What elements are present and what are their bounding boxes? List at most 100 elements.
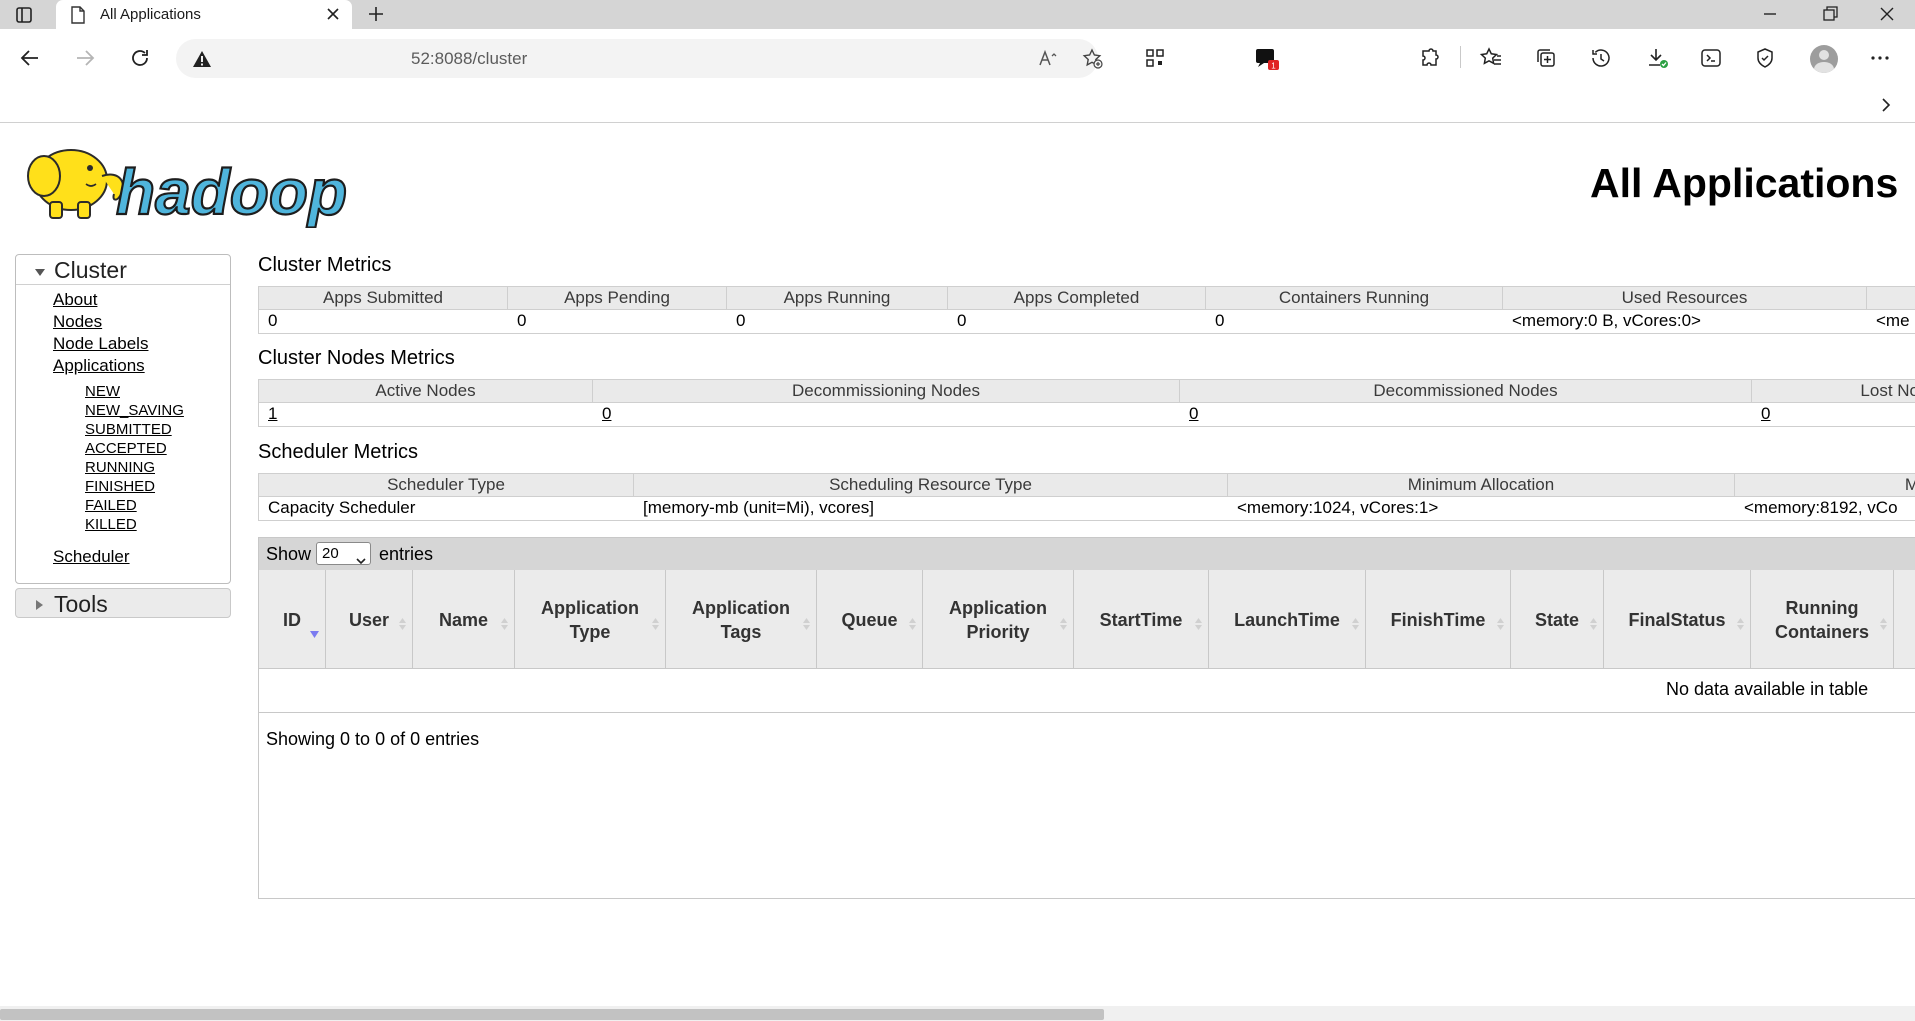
column-header-label: Running Containers (1774, 597, 1870, 642)
column-header: Active Nodes (259, 380, 593, 402)
table-row: 1 0 0 0 (258, 403, 1915, 427)
download-icon[interactable] (1646, 46, 1670, 70)
minimize-icon[interactable] (1760, 4, 1780, 24)
profile-avatar[interactable] (1810, 45, 1838, 73)
nav-link-state-new[interactable]: NEW (85, 383, 120, 400)
browser-toolbar: 52:8088/cluster 1 (0, 29, 1915, 87)
sidebar-toggle-icon[interactable] (14, 5, 34, 25)
active-nodes-link[interactable]: 1 (268, 404, 277, 423)
address-text[interactable]: 52:8088/cluster (411, 49, 527, 69)
performance-icon[interactable] (1753, 46, 1777, 70)
column-header[interactable]: Application Tags (666, 570, 817, 669)
cluster-nav-header[interactable]: Cluster (16, 255, 230, 285)
restore-icon[interactable] (1820, 4, 1840, 24)
add-favorite-icon[interactable] (1082, 48, 1104, 70)
cluster-metrics-table: Apps Submitted Apps Pending Apps Running… (258, 286, 1915, 335)
nav-link-state-accepted[interactable]: ACCEPTED (85, 440, 167, 457)
nav-link-about[interactable]: About (53, 290, 97, 310)
column-header: Apps Submitted (259, 287, 508, 309)
table-cell: [memory-mb (unit=Mi), vcores] (643, 498, 874, 517)
chat-extension-icon[interactable]: 1 (1254, 46, 1279, 71)
column-header[interactable]: StartTime (1074, 570, 1209, 669)
nav-link-nodes[interactable]: Nodes (53, 312, 102, 332)
column-header-label: User (348, 609, 390, 630)
nav-link-state-running[interactable]: RUNNING (85, 459, 155, 476)
forward-icon[interactable] (73, 46, 97, 70)
nav-link-state-submitted[interactable]: SUBMITTED (85, 421, 172, 438)
nav-link-node-labels[interactable]: Node Labels (53, 334, 148, 354)
tab-title: All Applications (100, 6, 201, 23)
address-bar[interactable]: 52:8088/cluster (176, 39, 1103, 78)
sort-icon (652, 612, 659, 630)
column-header: Apps Running (727, 287, 948, 309)
scrollbar-thumb[interactable] (0, 1009, 1104, 1020)
column-header: Minimum Allocation (1228, 474, 1735, 496)
sort-icon (1880, 612, 1887, 630)
plus-icon[interactable] (366, 4, 386, 24)
lost-nodes-link[interactable]: 0 (1761, 404, 1770, 423)
nav-link-scheduler[interactable]: Scheduler (53, 547, 130, 567)
column-header[interactable]: FinishTime (1366, 570, 1511, 669)
show-label: Show (266, 544, 312, 564)
column-header[interactable]: FinalStatus (1604, 570, 1751, 669)
screenshot-icon[interactable] (1699, 46, 1723, 70)
history-icon[interactable] (1589, 46, 1613, 70)
column-header[interactable]: Name (413, 570, 515, 669)
warning-icon[interactable] (192, 49, 212, 69)
sort-icon (1590, 612, 1597, 630)
page-title: All Applications (1590, 160, 1899, 206)
column-header: Used Resources (1503, 287, 1867, 309)
refresh-icon[interactable] (128, 46, 152, 70)
column-header[interactable]: Application Priority (923, 570, 1074, 669)
close-window-icon[interactable] (1877, 4, 1897, 24)
column-header[interactable]: State (1511, 570, 1604, 669)
column-header: Scheduling Resource Type (634, 474, 1228, 496)
decommissioning-nodes-link[interactable]: 0 (602, 404, 611, 423)
column-header[interactable]: Queue (817, 570, 923, 669)
nav-link-state-failed[interactable]: FAILED (85, 497, 137, 514)
extension-icon[interactable] (1418, 46, 1442, 70)
column-header[interactable]: ID (259, 570, 326, 669)
nav-link-state-new-saving[interactable]: NEW_SAVING (85, 402, 184, 419)
chevron-right-icon[interactable] (1876, 95, 1896, 115)
column-header-label: FinishTime (1390, 609, 1486, 630)
nav-link-state-finished[interactable]: FINISHED (85, 478, 155, 495)
column-header[interactable]: Running Containers (1751, 570, 1894, 669)
column-header[interactable]: LaunchTime (1209, 570, 1366, 669)
table-header: Active Nodes Decommissioning Nodes Decom… (258, 379, 1915, 403)
column-header: Decommissioning Nodes (593, 380, 1180, 402)
close-icon[interactable] (324, 5, 342, 23)
table-cell: <me (1876, 311, 1910, 330)
favorites-bar (0, 87, 1915, 123)
column-header-label: Application Priority (949, 597, 1047, 642)
triangle-right-icon (35, 598, 45, 610)
column-header-label: LaunchTime (1234, 609, 1340, 630)
favorites-icon[interactable] (1479, 46, 1503, 70)
column-header[interactable]: User (326, 570, 413, 669)
active-tab[interactable]: All Applications (56, 0, 352, 29)
decommissioned-nodes-link[interactable]: 0 (1189, 404, 1198, 423)
chevron-down-icon (356, 550, 366, 565)
tools-nav-panel[interactable]: Tools (15, 588, 231, 618)
column-header-label: FinalStatus (1628, 609, 1726, 630)
qr-icon[interactable] (1143, 46, 1167, 70)
sort-icon (1497, 612, 1504, 630)
nav-link-state-killed[interactable]: KILLED (85, 516, 137, 533)
nodes-metrics-table: Active Nodes Decommissioning Nodes Decom… (258, 379, 1915, 428)
column-header: Lost No (1860, 381, 1915, 400)
page-size-select[interactable]: 20 (316, 542, 371, 565)
more-icon[interactable] (1868, 46, 1892, 70)
nav-link-applications[interactable]: Applications (53, 356, 145, 376)
read-aloud-icon[interactable] (1037, 48, 1059, 70)
collections-icon[interactable] (1534, 46, 1558, 70)
sort-icon (399, 612, 406, 630)
sort-icon (1195, 612, 1202, 630)
table-controls: Show 20 entries (259, 538, 1915, 570)
horizontal-scrollbar[interactable] (0, 1006, 1915, 1021)
column-header[interactable]: Application Type (515, 570, 666, 669)
table-cell: 0 (736, 311, 746, 330)
tools-nav-label: Tools (54, 591, 108, 617)
table-cell: Capacity Scheduler (268, 498, 416, 517)
back-icon[interactable] (18, 46, 42, 70)
hadoop-logo[interactable]: hadoop (16, 136, 391, 229)
